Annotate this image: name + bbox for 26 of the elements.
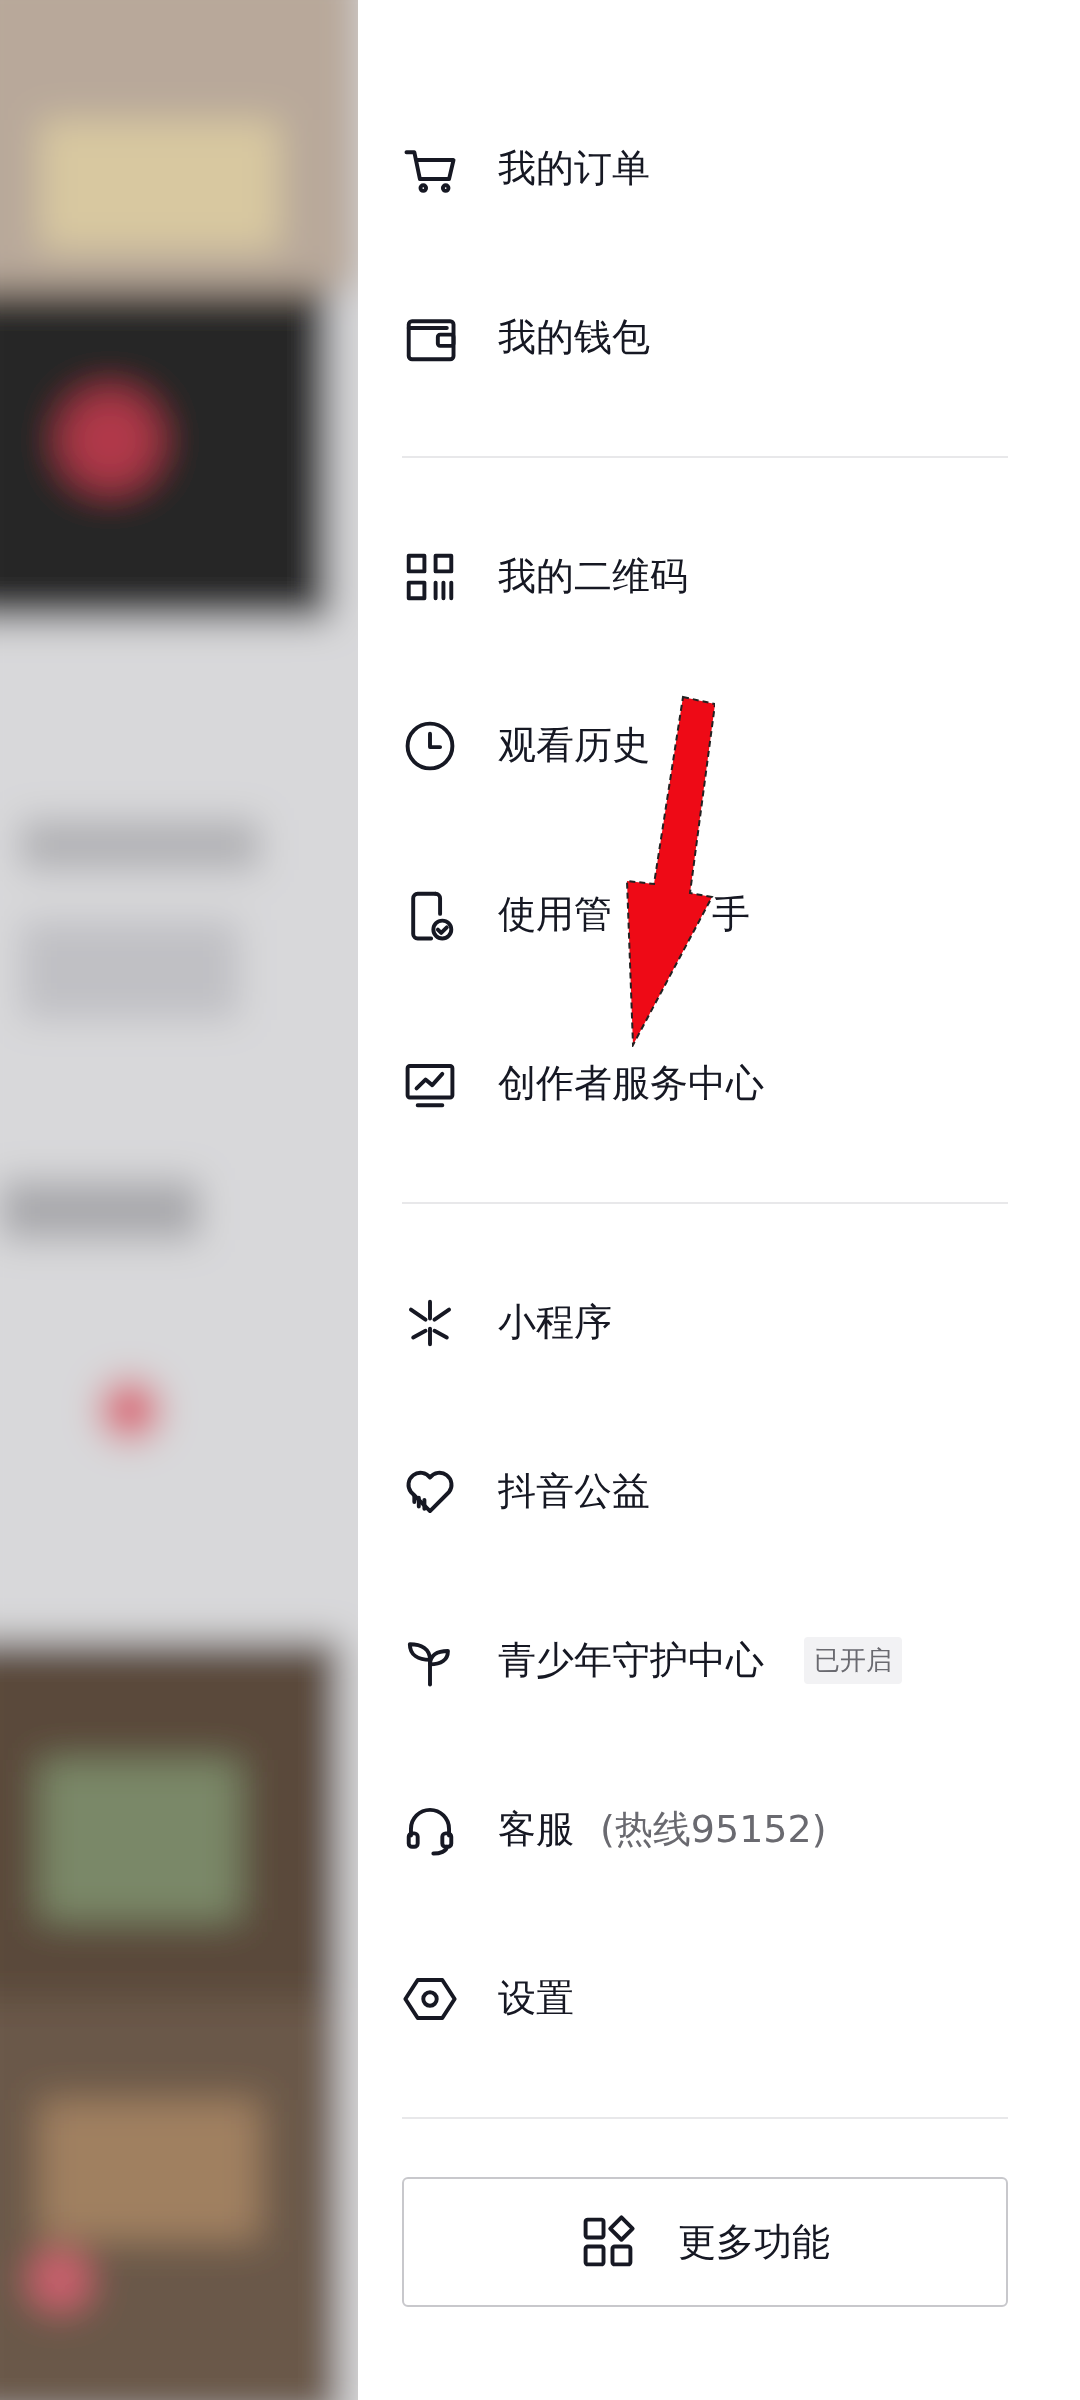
more-features-button[interactable]: 更多功能 [402,2177,1008,2307]
menu-item[interactable]: 创作者服务中心 [402,999,1008,1168]
menu-label: 使用管 [498,891,612,938]
menu-label: 我的二维码 [498,553,688,600]
menu-label: 抖音公益 [498,1468,650,1515]
menu-item[interactable]: 设置 [402,1914,1008,2083]
status-badge: 已开启 [804,1637,902,1684]
menu-label: 小程序 [498,1299,612,1346]
menu-item[interactable]: 抖音公益 [402,1407,1008,1576]
menu-item[interactable]: 我的订单 [402,84,1008,253]
menu-label: 创作者服务中心 [498,1060,764,1107]
menu-label: 观看历史 [498,722,650,769]
menu-label: 我的订单 [498,145,650,192]
menu-item[interactable]: 客服 (热线95152) [402,1745,1008,1914]
menu-item[interactable]: 观看历史 [402,661,1008,830]
menu-label: 青少年守护中心 [498,1637,764,1684]
menu-item[interactable]: 青少年守护中心 已开启 [402,1576,1008,1745]
menu-label-end: 手 [712,891,750,938]
menu-item[interactable]: 我的钱包 [402,253,1008,422]
menu-label: 我的钱包 [498,314,650,361]
menu-item[interactable]: 我的二维码 [402,492,1008,661]
menu-item[interactable]: 小程序 [402,1238,1008,1407]
menu-label: 客服 [498,1806,574,1853]
menu-label: 设置 [498,1975,574,2022]
menu-item[interactable]: 使用管 手 [402,830,1008,999]
hotline-text: (热线95152) [600,1806,827,1853]
